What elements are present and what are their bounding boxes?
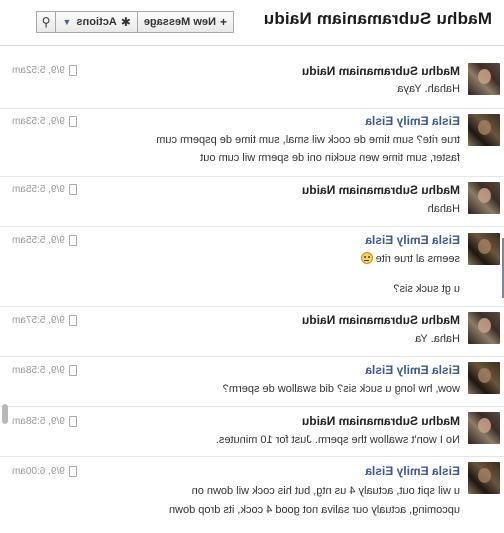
message-divider bbox=[0, 456, 504, 457]
avatar[interactable] bbox=[468, 63, 500, 95]
message-timestamp: 9/9, 5:55am bbox=[12, 235, 77, 246]
message-divider bbox=[0, 356, 504, 357]
message-timestamp: 9/9, 5:53am bbox=[12, 116, 77, 127]
avatar[interactable] bbox=[468, 362, 500, 394]
message-text: u gt suck sis? bbox=[393, 283, 460, 295]
message-toolbar: + New Message ✱ Actions ▼ ⚲ bbox=[35, 11, 234, 33]
header-divider bbox=[0, 45, 504, 46]
sender-name[interactable]: Madhu Subramaniam Naidu bbox=[302, 313, 460, 327]
message-text: Haha. Ya bbox=[415, 333, 460, 345]
mobile-icon bbox=[68, 65, 77, 76]
sender-name[interactable]: Eisla Emily Eisla bbox=[365, 363, 460, 377]
message-divider bbox=[0, 108, 504, 109]
avatar[interactable] bbox=[468, 114, 500, 146]
search-button[interactable]: ⚲ bbox=[35, 11, 57, 33]
message-timestamp: 9/9, 6:00am bbox=[12, 466, 77, 477]
message-text: u wil spit out, actualy 4 us ntg, but hi… bbox=[191, 485, 460, 497]
sender-name[interactable]: Madhu Subramaniam Naidu bbox=[302, 414, 460, 428]
message-text: wow, hw long u suck sis? did swallow de … bbox=[222, 383, 460, 395]
message-text: upcoming, actualy our saliva not good 4 … bbox=[168, 504, 460, 516]
mobile-icon bbox=[68, 315, 77, 326]
scrollbar-thumb[interactable] bbox=[2, 404, 8, 424]
gear-icon: ✱ bbox=[120, 15, 131, 29]
mobile-icon bbox=[68, 365, 77, 376]
message-text: No I won't swallow the sperm. Just for 1… bbox=[215, 434, 460, 446]
avatar[interactable] bbox=[468, 412, 500, 444]
message-text: Hahah. Yaya bbox=[397, 83, 460, 95]
mobile-icon bbox=[68, 416, 77, 427]
avatar[interactable] bbox=[468, 182, 500, 214]
mobile-icon bbox=[68, 116, 77, 127]
mobile-icon bbox=[68, 466, 77, 477]
sender-name[interactable]: Eisla Emily Eisla bbox=[365, 114, 460, 128]
chevron-down-icon: ▼ bbox=[62, 17, 72, 27]
avatar[interactable] bbox=[468, 233, 500, 265]
message-divider bbox=[0, 226, 504, 227]
mirrored-screen: Madhu Subramaniam Naidu + New Message ✱ … bbox=[0, 0, 504, 533]
avatar[interactable] bbox=[468, 312, 500, 344]
conversation-header: Madhu Subramaniam Naidu + New Message ✱ … bbox=[0, 0, 504, 46]
plus-icon: + bbox=[219, 15, 227, 29]
mobile-icon bbox=[68, 235, 77, 246]
message-text: true rite? sum time de cock wil smal, su… bbox=[156, 134, 460, 146]
avatar[interactable] bbox=[468, 462, 500, 494]
smiley-icon bbox=[360, 252, 373, 264]
message-timestamp: 9/9, 5:55am bbox=[12, 184, 77, 195]
sender-name[interactable]: Madhu Subramaniam Naidu bbox=[302, 64, 460, 78]
message-text: seems al true rite bbox=[360, 252, 460, 266]
sender-name[interactable]: Eisla Emily Eisla bbox=[365, 464, 460, 478]
actions-label: Actions bbox=[76, 16, 117, 28]
sender-name[interactable]: Madhu Subramaniam Naidu bbox=[302, 183, 460, 197]
message-text: Hahah bbox=[427, 203, 460, 215]
message-divider bbox=[0, 406, 504, 407]
new-message-button[interactable]: + New Message bbox=[136, 11, 234, 33]
message-divider bbox=[0, 176, 504, 177]
message-timestamp: 9/9, 5:58am bbox=[12, 416, 77, 427]
mobile-icon bbox=[68, 184, 77, 195]
message-timestamp: 9/9, 5:58am bbox=[12, 365, 77, 376]
message-timestamp: 9/9, 5:52am bbox=[12, 65, 77, 76]
message-divider bbox=[0, 306, 504, 307]
message-timestamp: 9/9, 5:57am bbox=[12, 315, 77, 326]
new-message-label: New Message bbox=[143, 16, 216, 28]
conversation-title: Madhu Subramaniam Naidu bbox=[263, 9, 492, 28]
actions-button[interactable]: ✱ Actions ▼ bbox=[55, 11, 138, 33]
search-icon: ⚲ bbox=[41, 15, 51, 29]
sender-name[interactable]: Eisla Emily Eisla bbox=[365, 233, 460, 247]
message-text: faster, sum time wen suckin oni de sperm… bbox=[200, 152, 460, 164]
